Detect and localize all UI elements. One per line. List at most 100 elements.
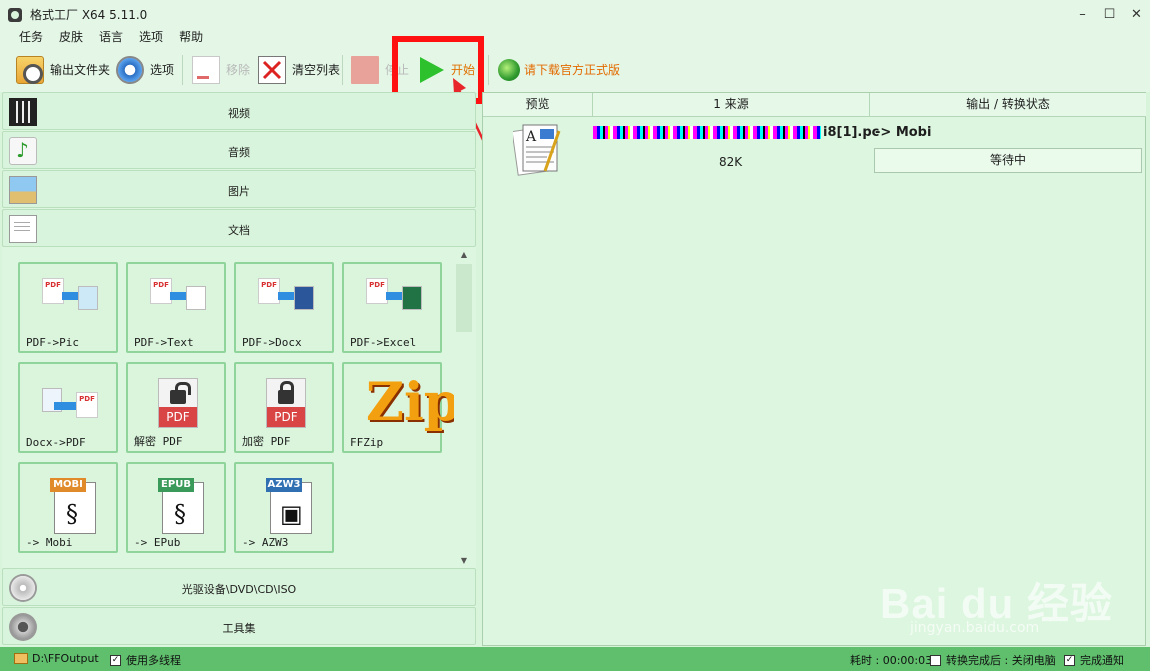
download-official-link[interactable]: 请下载官方正式版 xyxy=(498,47,620,92)
window-controls: – ☐ ✕ xyxy=(1069,0,1150,29)
svg-text:A: A xyxy=(525,129,537,145)
pdf-to-excel-icon xyxy=(366,278,422,328)
options-button[interactable]: 选项 xyxy=(116,47,174,92)
toolbar: 输出文件夹 选项 移除 清空列表 停止 开始 请下载官方正式版 xyxy=(0,47,1150,92)
category-document-label: 文档 xyxy=(228,224,250,237)
tool-ffzip[interactable]: Zip FFZip xyxy=(342,362,461,453)
task-target-format: -> Mobi xyxy=(875,125,932,140)
tool-label: Docx->PDF xyxy=(26,436,86,449)
task-source-file: i8[1].pc xyxy=(593,125,879,140)
tool-encrypt-pdf[interactable]: 加密 PDF xyxy=(234,362,334,453)
stop-icon xyxy=(351,55,379,84)
category-image[interactable]: 图片 xyxy=(2,170,476,208)
tool-label: PDF->Excel xyxy=(350,336,417,349)
remove-button[interactable]: 移除 xyxy=(192,47,250,92)
category-tools[interactable]: 工具集 xyxy=(2,607,476,645)
category-panel: 视频 音频 图片 文档 PDF->Pic PDF->Text xyxy=(2,92,476,646)
clear-list-button[interactable]: 清空列表 xyxy=(258,47,340,92)
tool-to-epub[interactable]: EPUB § -> EPub xyxy=(126,462,226,553)
tool-label: -> EPub xyxy=(134,536,181,549)
column-header-source[interactable]: 1 来源 xyxy=(593,93,870,117)
after-done-checkbox[interactable]: 转换完成后 : 关闭电脑 xyxy=(930,652,1056,668)
lock-pdf-icon xyxy=(258,378,314,428)
menu-options[interactable]: 选项 xyxy=(131,29,171,47)
close-button[interactable]: ✕ xyxy=(1123,0,1150,29)
notify-checkbox[interactable]: ✓ 完成通知 xyxy=(1064,652,1124,668)
scroll-down-icon[interactable]: ▼ xyxy=(454,554,474,568)
tool-label: 解密 PDF xyxy=(134,435,183,448)
category-video[interactable]: 视频 xyxy=(2,92,476,130)
remove-label: 移除 xyxy=(226,63,251,77)
task-file-size: 82K xyxy=(719,155,743,169)
multithread-label: 使用多线程 xyxy=(126,654,181,667)
tool-label: PDF->Docx xyxy=(242,336,302,349)
options-icon xyxy=(116,55,144,84)
app-logo-icon xyxy=(8,7,22,22)
clear-list-label: 清空列表 xyxy=(292,63,341,77)
output-path-label: D:\FFOutput xyxy=(32,652,99,665)
tool-label: -> AZW3 xyxy=(242,536,289,549)
scroll-up-icon[interactable]: ▲ xyxy=(454,248,474,262)
pdf-to-word-icon xyxy=(258,278,314,328)
download-official-label: 请下载官方正式版 xyxy=(524,63,621,77)
output-folder-button[interactable]: 输出文件夹 xyxy=(16,47,110,92)
category-video-label: 视频 xyxy=(228,107,250,120)
tool-label: PDF->Text xyxy=(134,336,194,349)
tool-docx-to-pdf[interactable]: Docx->PDF xyxy=(18,362,118,453)
notify-label: 完成通知 xyxy=(1080,654,1124,667)
multithread-checkbox[interactable]: ✓ 使用多线程 xyxy=(110,652,181,668)
menu-skin[interactable]: 皮肤 xyxy=(51,29,91,47)
tool-pdf-to-docx[interactable]: PDF->Docx xyxy=(234,262,334,353)
tool-to-mobi[interactable]: MOBI § -> Mobi xyxy=(18,462,118,553)
epub-icon: EPUB § xyxy=(150,478,206,534)
category-audio[interactable]: 音频 xyxy=(2,131,476,169)
column-header-status[interactable]: 输出 / 转换状态 xyxy=(870,93,1146,117)
menu-help[interactable]: 帮助 xyxy=(171,29,211,47)
title-bar: 格式工厂 X64 5.11.0 – ☐ ✕ xyxy=(0,0,1150,29)
menu-task[interactable]: 任务 xyxy=(11,29,51,47)
globe-icon xyxy=(498,58,520,81)
tool-decrypt-pdf[interactable]: 解密 PDF xyxy=(126,362,226,453)
tool-pdf-to-text[interactable]: PDF->Text xyxy=(126,262,226,353)
column-header-preview[interactable]: 预览 xyxy=(483,93,593,117)
scroll-thumb[interactable] xyxy=(456,264,472,332)
mobi-icon: MOBI § xyxy=(42,478,98,534)
menu-language[interactable]: 语言 xyxy=(91,29,131,47)
word-to-pdf-icon xyxy=(42,378,98,428)
toolbar-divider xyxy=(182,55,183,85)
task-list: 预览 1 来源 输出 / 转换状态 A i8[1].pc 82K -> Mobi… xyxy=(482,92,1146,646)
tool-label: FFZip xyxy=(350,436,384,449)
zip-icon: Zip xyxy=(366,372,461,433)
category-image-label: 图片 xyxy=(228,185,250,198)
tool-label: 加密 PDF xyxy=(242,435,291,448)
tool-to-azw3[interactable]: AZW3 ▣ -> AZW3 xyxy=(234,462,334,553)
minimize-button[interactable]: – xyxy=(1069,0,1096,29)
tool-label: -> Mobi xyxy=(26,536,73,549)
category-document[interactable]: 文档 xyxy=(2,209,476,247)
category-disc-label: 光驱设备\DVD\CD\ISO xyxy=(181,583,297,596)
clear-list-icon xyxy=(258,55,286,84)
category-audio-label: 音频 xyxy=(228,146,250,159)
tool-label: PDF->Pic xyxy=(26,336,79,349)
document-file-icon: A xyxy=(513,124,561,176)
unlock-pdf-icon xyxy=(150,378,206,428)
tool-pdf-to-pic[interactable]: PDF->Pic xyxy=(18,262,118,353)
task-source-suffix: i8[1].pc xyxy=(823,125,880,140)
baidu-watermark-url: jingyan.baidu.com xyxy=(910,620,1040,636)
tools-scrollbar[interactable]: ▲ ▼ xyxy=(454,248,474,568)
document-tools-grid: PDF->Pic PDF->Text PDF->Docx PDF->Excel xyxy=(2,248,476,568)
checkbox-checked-icon: ✓ xyxy=(110,654,121,666)
folder-icon xyxy=(16,55,44,84)
after-done-label: 转换完成后 : 关闭电脑 xyxy=(946,654,1056,667)
output-path[interactable]: D:\FFOutput xyxy=(14,652,99,665)
elapsed-time: 耗时 : 00:00:03 xyxy=(850,654,933,667)
category-disc[interactable]: 光驱设备\DVD\CD\ISO xyxy=(2,568,476,606)
category-tools-label: 工具集 xyxy=(222,622,256,635)
pdf-to-pic-icon xyxy=(42,278,98,328)
maximize-button[interactable]: ☐ xyxy=(1096,0,1123,29)
status-bar: D:\FFOutput ✓ 使用多线程 耗时 : 00:00:03 转换完成后 … xyxy=(0,647,1150,671)
output-folder-label: 输出文件夹 xyxy=(50,63,111,77)
remove-icon xyxy=(192,55,220,84)
tool-pdf-to-excel[interactable]: PDF->Excel xyxy=(342,262,442,353)
redacted-filename xyxy=(593,126,821,139)
